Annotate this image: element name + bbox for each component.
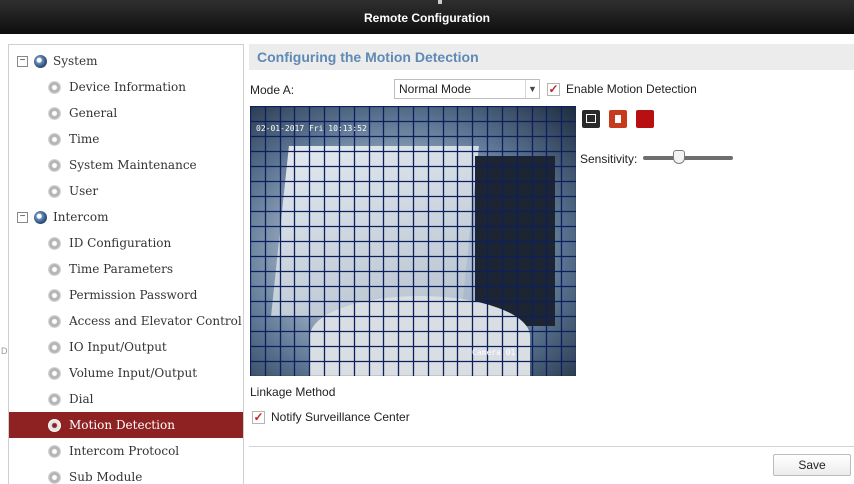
osd-camera-name: Camera 01 bbox=[472, 348, 516, 357]
footer-divider bbox=[249, 446, 854, 447]
tree-item-label: User bbox=[69, 184, 99, 198]
tree-group-label: Intercom bbox=[53, 210, 109, 224]
enable-motion-detection[interactable]: ✓ Enable Motion Detection bbox=[547, 82, 697, 96]
tree-group-system[interactable]: − System bbox=[9, 48, 243, 74]
tree-item-sub-module[interactable]: Sub Module bbox=[9, 464, 243, 484]
settings-item-icon bbox=[48, 444, 61, 458]
settings-item-icon bbox=[48, 392, 61, 406]
tree-item-volume-input-output[interactable]: Volume Input/Output bbox=[9, 360, 243, 386]
tree-item-label: Dial bbox=[69, 392, 94, 406]
tree-item-user[interactable]: User bbox=[9, 178, 243, 204]
intercom-group-icon bbox=[34, 210, 47, 224]
tree-item-label: System Maintenance bbox=[69, 158, 197, 172]
settings-item-icon bbox=[48, 366, 61, 380]
tree-item-label: Time Parameters bbox=[69, 262, 174, 276]
settings-item-icon bbox=[48, 236, 61, 250]
settings-item-icon bbox=[48, 340, 61, 354]
sensitivity-slider-thumb[interactable] bbox=[673, 150, 685, 164]
tree-item-label: General bbox=[69, 106, 118, 120]
settings-item-icon bbox=[48, 262, 61, 276]
mode-select-value: Normal Mode bbox=[399, 82, 472, 96]
clear-area-button[interactable] bbox=[609, 110, 627, 128]
tree-item-label: Access and Elevator Control bbox=[69, 314, 242, 328]
tree-group-label: System bbox=[53, 54, 98, 68]
settings-item-icon bbox=[48, 470, 61, 484]
tree-item-label: Intercom Protocol bbox=[69, 444, 180, 458]
settings-item-icon bbox=[48, 184, 61, 198]
motion-area-grid[interactable] bbox=[250, 106, 576, 376]
tree-item-dial[interactable]: Dial bbox=[9, 386, 243, 412]
tree-item-label: Device Information bbox=[69, 80, 186, 94]
settings-item-icon bbox=[48, 418, 61, 432]
tree-item-label: Sub Module bbox=[69, 470, 143, 484]
tree-item-label: Motion Detection bbox=[69, 418, 175, 432]
tree-item-label: Time bbox=[69, 132, 100, 146]
motion-detection-panel: Configuring the Motion Detection Mode A:… bbox=[249, 44, 854, 484]
settings-item-icon bbox=[48, 80, 61, 94]
tree-item-label: IO Input/Output bbox=[69, 340, 167, 354]
osd-timestamp: 02-01-2017 Fri 10:13:52 bbox=[256, 124, 367, 133]
settings-item-icon bbox=[48, 158, 61, 172]
tree-item-io-input-output[interactable]: IO Input/Output bbox=[9, 334, 243, 360]
tree-item-time-parameters[interactable]: Time Parameters bbox=[9, 256, 243, 282]
collapse-toggle-icon[interactable]: − bbox=[17, 55, 28, 67]
tree-item-label: Volume Input/Output bbox=[69, 366, 198, 380]
sensitivity-label: Sensitivity: bbox=[580, 152, 638, 166]
window-title-bar: Remote Configuration bbox=[0, 0, 854, 34]
tree-item-intercom-protocol[interactable]: Intercom Protocol bbox=[9, 438, 243, 464]
window-title: Remote Configuration bbox=[364, 11, 490, 25]
tree-item-permission-password[interactable]: Permission Password bbox=[9, 282, 243, 308]
system-group-icon bbox=[34, 54, 47, 68]
settings-item-icon bbox=[48, 106, 61, 120]
tree-item-device-information[interactable]: Device Information bbox=[9, 74, 243, 100]
mode-select[interactable]: Normal Mode ▼ bbox=[394, 79, 540, 99]
edge-marker: D bbox=[1, 346, 8, 356]
tree-item-label: ID Configuration bbox=[69, 236, 172, 250]
title-bar-marker bbox=[438, 0, 442, 4]
config-tree-sidebar: − System Device Information General Time… bbox=[8, 44, 244, 484]
tree-group-intercom[interactable]: − Intercom bbox=[9, 204, 243, 230]
chevron-down-icon[interactable]: ▼ bbox=[525, 80, 539, 98]
settings-item-icon bbox=[48, 132, 61, 146]
mode-label: Mode A: bbox=[250, 83, 295, 97]
collapse-toggle-icon[interactable]: − bbox=[17, 211, 28, 223]
video-preview[interactable]: 02-01-2017 Fri 10:13:52 Camera 01 bbox=[250, 106, 576, 376]
tree-item-id-configuration[interactable]: ID Configuration bbox=[9, 230, 243, 256]
sensitivity-slider-track[interactable] bbox=[643, 156, 733, 160]
linkage-method-label: Linkage Method bbox=[250, 385, 336, 399]
tree-item-motion-detection[interactable]: Motion Detection bbox=[9, 412, 243, 438]
notify-surveillance-center[interactable]: ✓ Notify Surveillance Center bbox=[252, 410, 410, 424]
settings-item-icon bbox=[48, 314, 61, 328]
tree-item-system-maintenance[interactable]: System Maintenance bbox=[9, 152, 243, 178]
enable-motion-checkbox[interactable]: ✓ bbox=[547, 82, 560, 96]
section-title: Configuring the Motion Detection bbox=[249, 44, 854, 70]
notify-label: Notify Surveillance Center bbox=[271, 410, 410, 424]
tree-item-access-elevator-control[interactable]: Access and Elevator Control bbox=[9, 308, 243, 334]
draw-area-button[interactable] bbox=[582, 110, 600, 128]
tree-item-general[interactable]: General bbox=[9, 100, 243, 126]
tree-item-time[interactable]: Time bbox=[9, 126, 243, 152]
settings-item-icon bbox=[48, 288, 61, 302]
save-button[interactable]: Save bbox=[773, 454, 851, 476]
tree-item-label: Permission Password bbox=[69, 288, 198, 302]
notify-checkbox[interactable]: ✓ bbox=[252, 410, 265, 424]
enable-motion-label: Enable Motion Detection bbox=[566, 82, 697, 96]
select-all-button[interactable] bbox=[636, 110, 654, 128]
